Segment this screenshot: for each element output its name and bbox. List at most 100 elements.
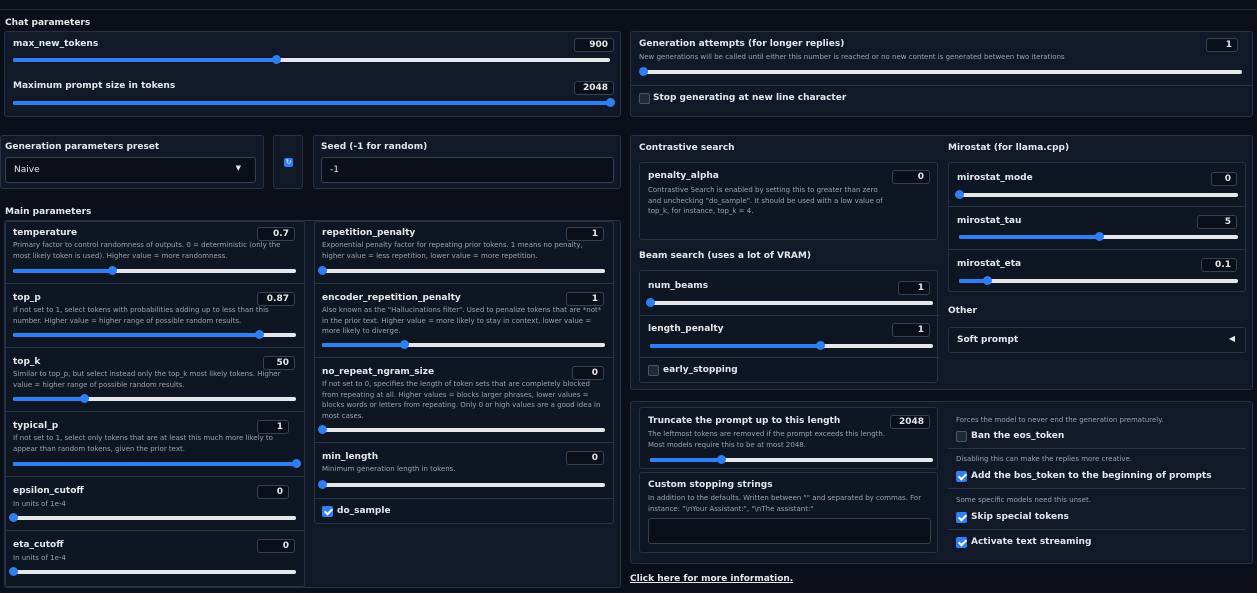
add-bos-checkbox[interactable] — [956, 471, 967, 482]
do-sample-label: do_sample — [337, 506, 391, 516]
slider-handle[interactable] — [292, 459, 301, 468]
ban-eos-info: Forces the model to never end the genera… — [956, 416, 1164, 424]
min-length-slider[interactable] — [318, 480, 605, 489]
num-beams-slider[interactable] — [646, 298, 933, 307]
no-repeat-ngram-info: If not set to 0, specifies the length of… — [322, 380, 601, 420]
advanced-search-panel: Contrastive search penalty_alpha 0 Contr… — [630, 135, 1253, 390]
min-length-input[interactable]: 0 — [566, 451, 604, 465]
mirostat-mode-slider[interactable] — [955, 190, 1238, 199]
slider-handle[interactable] — [646, 298, 655, 307]
chat-parameters-title: Chat parameters — [5, 18, 91, 28]
slider-handle[interactable] — [9, 513, 18, 522]
divider — [948, 529, 1246, 530]
slider-handle[interactable] — [639, 67, 648, 76]
refresh-icon[interactable]: ↻ — [284, 158, 293, 167]
no-repeat-ngram-slider[interactable] — [318, 425, 605, 434]
soft-prompt-accordion[interactable]: Soft prompt ◀ — [948, 327, 1246, 353]
early-stopping-checkbox[interactable] — [648, 365, 659, 376]
slider-handle[interactable] — [318, 480, 327, 489]
main-parameters-title: Main parameters — [5, 207, 92, 217]
epsilon-cutoff-slider[interactable] — [9, 513, 296, 522]
encoder-repetition-penalty-slider[interactable] — [322, 340, 605, 349]
top-k-input[interactable]: 50 — [263, 356, 295, 370]
slider-handle[interactable] — [982, 276, 992, 285]
contrastive-title: Contrastive search — [639, 143, 735, 153]
slider-fill — [959, 235, 1099, 239]
top-p-input[interactable]: 0.87 — [257, 292, 295, 306]
slider-fill — [13, 58, 276, 62]
streaming-checkbox[interactable] — [956, 537, 967, 548]
do-sample-checkbox[interactable] — [322, 506, 333, 517]
divider — [640, 357, 939, 358]
slider-handle[interactable] — [1094, 232, 1104, 241]
preset-label: Generation parameters preset — [5, 142, 160, 152]
truncate-info: The leftmost tokens are removed if the p… — [648, 430, 886, 449]
num-beams-input[interactable]: 1 — [898, 281, 930, 295]
slider-handle[interactable] — [108, 266, 118, 275]
typical-p-slider[interactable] — [13, 459, 301, 468]
mirostat-eta-input[interactable]: 0.1 — [1201, 258, 1237, 272]
divider — [314, 442, 614, 443]
max-prompt-slider[interactable] — [13, 98, 615, 107]
max-new-tokens-slider[interactable] — [13, 55, 610, 64]
max-prompt-input[interactable]: 2048 — [574, 81, 614, 95]
slider-handle[interactable] — [318, 425, 327, 434]
slider-handle[interactable] — [815, 341, 825, 350]
chevron-down-icon: ▼ — [235, 164, 241, 172]
eta-cutoff-slider[interactable] — [9, 567, 296, 576]
left-params-column — [5, 221, 305, 587]
mirostat-tau-input[interactable]: 5 — [1197, 215, 1237, 229]
preset-refresh-button-wrap: ↻ — [273, 135, 303, 189]
more-info-link[interactable]: Click here for more information. — [630, 574, 793, 584]
stopping-strings-input[interactable] — [648, 518, 931, 544]
seed-input[interactable]: -1 — [321, 157, 614, 183]
mirostat-tau-slider[interactable] — [959, 232, 1238, 241]
slider-handle[interactable] — [79, 394, 89, 403]
slider-fill — [322, 343, 405, 347]
no-repeat-ngram-input[interactable]: 0 — [572, 366, 604, 380]
length-penalty-input[interactable]: 1 — [892, 323, 930, 337]
truncate-slider[interactable] — [650, 455, 933, 464]
repetition-penalty-input[interactable]: 1 — [566, 227, 604, 241]
slider-handle[interactable] — [606, 98, 615, 107]
generation-attempts-slider[interactable] — [639, 67, 1242, 76]
encoder-repetition-penalty-input[interactable]: 1 — [566, 292, 604, 306]
truncate-input[interactable]: 2048 — [890, 415, 930, 429]
stop-newline-checkbox[interactable] — [639, 93, 650, 104]
epsilon-cutoff-input[interactable]: 0 — [257, 485, 289, 499]
mirostat-eta-slider[interactable] — [959, 276, 1238, 285]
penalty-alpha-input[interactable]: 0 — [892, 170, 930, 184]
preset-dropdown[interactable]: Naive ▼ — [5, 157, 256, 183]
typical-p-input[interactable]: 1 — [257, 420, 289, 434]
slider-handle[interactable] — [9, 567, 18, 576]
top-p-slider[interactable] — [13, 330, 296, 339]
slider-handle[interactable] — [716, 455, 726, 464]
repetition-penalty-info: Exponential penalty factor for repeating… — [322, 241, 583, 260]
mirostat-title: Mirostat (for llama.cpp) — [948, 143, 1070, 153]
truncate-label: Truncate the prompt up to this length — [648, 416, 841, 426]
repetition-penalty-slider[interactable] — [318, 266, 605, 275]
temperature-slider[interactable] — [13, 266, 296, 275]
generation-attempts-input[interactable]: 1 — [1206, 38, 1238, 52]
slider-handle[interactable] — [955, 190, 964, 199]
slider-handle[interactable] — [400, 340, 410, 349]
skip-special-info: Some specific models need this unset. — [956, 496, 1091, 504]
eta-cutoff-input[interactable]: 0 — [257, 539, 295, 553]
max-new-tokens-input[interactable]: 900 — [574, 38, 614, 52]
slider-handle[interactable] — [318, 266, 327, 275]
num-beams-label: num_beams — [648, 281, 709, 291]
beam-search-title: Beam search (uses a lot of VRAM) — [639, 251, 811, 261]
soft-prompt-label: Soft prompt — [957, 335, 1019, 345]
slider-fill — [13, 101, 610, 105]
skip-special-checkbox[interactable] — [956, 512, 967, 523]
length-penalty-slider[interactable] — [650, 341, 933, 350]
caret-left-icon: ◀ — [1228, 334, 1235, 343]
slider-handle[interactable] — [271, 55, 281, 64]
temperature-input[interactable]: 0.7 — [257, 227, 295, 241]
max-prompt-label: Maximum prompt size in tokens — [13, 81, 176, 91]
stopping-strings-label: Custom stopping strings — [648, 480, 773, 490]
mirostat-mode-input[interactable]: 0 — [1211, 172, 1237, 186]
length-penalty-label: length_penalty — [648, 324, 724, 334]
top-k-slider[interactable] — [13, 394, 296, 403]
ban-eos-checkbox[interactable] — [956, 431, 967, 442]
